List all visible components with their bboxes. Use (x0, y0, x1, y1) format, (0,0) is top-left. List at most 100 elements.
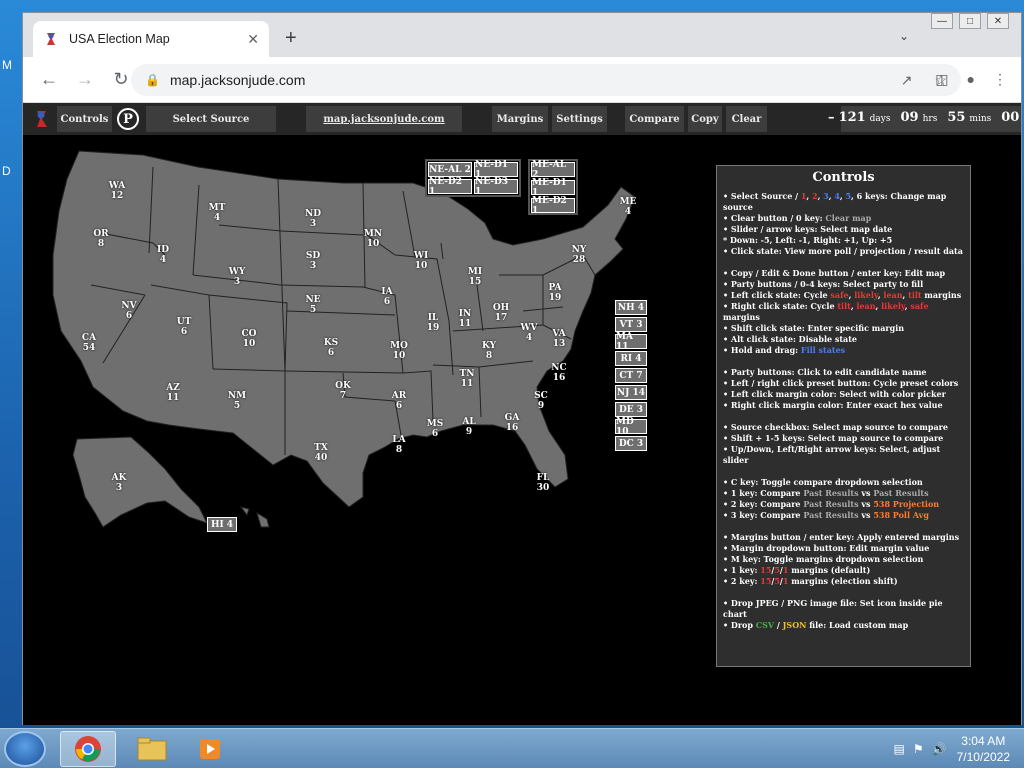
state-label-fl[interactable]: FL 30 (537, 473, 550, 493)
state-label-la[interactable]: LA 8 (392, 435, 405, 455)
me-d1-box[interactable]: ME-D1 1 (531, 178, 575, 198)
state-label-ms[interactable]: MS 6 (427, 419, 443, 439)
margins-button[interactable]: Margins (492, 106, 548, 132)
state-label-wv[interactable]: WV 4 (520, 323, 537, 343)
state-box-de[interactable]: DE 3 (615, 402, 647, 417)
tab-active[interactable]: USA Election Map ✕ (33, 21, 269, 57)
sidebar-icon[interactable]: ◫ (935, 71, 948, 88)
controls-line: • Shift + 1-5 keys: Select map source to… (723, 433, 944, 443)
state-label-ut[interactable]: UT 6 (177, 317, 192, 337)
state-label-id[interactable]: ID 4 (157, 245, 169, 265)
state-label-ne[interactable]: NE 5 (305, 295, 320, 315)
menu-kebab-icon[interactable]: ⋮ (993, 71, 1007, 88)
tab-search-chevron-icon[interactable]: ⌄ (899, 29, 909, 43)
state-label-me[interactable]: ME 4 (620, 197, 637, 217)
us-map-hawaii[interactable] (239, 506, 270, 528)
state-box-nh[interactable]: NH 4 (615, 300, 647, 315)
state-box-nj[interactable]: NJ 14 (615, 385, 647, 400)
us-map-alaska[interactable] (72, 436, 208, 528)
volume-icon[interactable]: 🔊 (932, 742, 947, 756)
state-box-hi[interactable]: HI 4 (207, 517, 237, 532)
state-box-ri[interactable]: RI 4 (615, 351, 647, 366)
desktop-icon-label[interactable]: D (2, 164, 11, 178)
maximize-icon[interactable]: □ (959, 13, 981, 29)
state-box-ct[interactable]: CT 7 (615, 368, 647, 383)
state-label-az[interactable]: AZ 11 (166, 383, 180, 403)
desktop-icon-label[interactable]: M (2, 58, 12, 72)
ne-d3-box[interactable]: NE-D3 1 (474, 177, 518, 197)
settings-button[interactable]: Settings (552, 106, 607, 132)
state-box-md[interactable]: MD 10 (615, 417, 647, 437)
forward-icon[interactable]: → (69, 69, 101, 90)
minimize-icon[interactable]: — (931, 13, 953, 29)
network-icon[interactable]: ▤ (894, 742, 905, 756)
controls-button[interactable]: Controls (57, 106, 112, 132)
copy-button[interactable]: Copy (688, 106, 722, 132)
state-label-wa[interactable]: WA 12 (109, 181, 126, 201)
profile-icon[interactable]: ● (967, 71, 975, 88)
state-label-nd[interactable]: ND 3 (305, 209, 321, 229)
state-label-tn[interactable]: TN 11 (460, 369, 475, 389)
state-label-or[interactable]: OR 8 (93, 229, 108, 249)
state-label-ak[interactable]: AK 3 (112, 473, 127, 493)
state-label-mn[interactable]: MN 10 (364, 229, 382, 249)
media-player-taskbar-button[interactable] (182, 731, 238, 767)
controls-line: • Party buttons / 0-4 keys: Select party… (723, 279, 924, 289)
state-label-co[interactable]: CO 10 (241, 329, 256, 349)
state-label-ny[interactable]: NY 28 (572, 245, 587, 265)
me-d2-box[interactable]: ME-D2 1 (531, 196, 575, 216)
state-label-tx[interactable]: TX 40 (314, 443, 328, 463)
tab-title: USA Election Map (69, 32, 170, 46)
state-box-dc[interactable]: DC 3 (615, 436, 647, 451)
state-label-sc[interactable]: SC 9 (534, 391, 548, 411)
state-label-wy[interactable]: WY 3 (229, 267, 246, 287)
ne-d1-box[interactable]: NE-D1 1 (474, 160, 518, 180)
site-link[interactable]: map.jacksonjude.com (306, 106, 462, 132)
me-al-box[interactable]: ME-AL 2 (531, 160, 575, 180)
tab-close-icon[interactable]: ✕ (247, 31, 259, 48)
back-icon[interactable]: ← (33, 69, 65, 90)
state-label-mo[interactable]: MO 10 (390, 341, 408, 361)
new-tab-icon[interactable]: + (285, 27, 297, 50)
chrome-taskbar-button[interactable] (60, 731, 116, 767)
state-label-ar[interactable]: AR 6 (392, 391, 406, 411)
state-label-nm[interactable]: NM 5 (228, 391, 246, 411)
select-source-button[interactable]: Select Source (146, 106, 276, 132)
state-label-nc[interactable]: NC 16 (551, 363, 566, 383)
state-label-ok[interactable]: OK 7 (335, 381, 351, 401)
app-logo-icon[interactable] (31, 108, 53, 130)
share-icon[interactable]: ↗ (901, 72, 913, 89)
address-bar[interactable]: 🔒 map.jacksonjude.com ↗ ☆ (131, 64, 961, 96)
ne-al-box[interactable]: NE-AL 2 (428, 162, 472, 177)
state-label-il[interactable]: IL 19 (427, 313, 440, 333)
state-label-ky[interactable]: KY 8 (482, 341, 496, 361)
state-label-ga[interactable]: GA 16 (505, 413, 520, 433)
ne-d2-box[interactable]: NE-D2 1 (428, 177, 472, 197)
lock-icon[interactable]: 🔒 (145, 73, 160, 87)
clock[interactable]: 3:04 AM 7/10/2022 (957, 733, 1010, 765)
state-label-ia[interactable]: IA 6 (381, 287, 392, 307)
state-label-mt[interactable]: MT 4 (209, 203, 226, 223)
state-label-in[interactable]: IN 11 (459, 309, 472, 329)
compare-button[interactable]: Compare (625, 106, 684, 132)
state-label-ca[interactable]: CA 54 (82, 333, 96, 353)
clear-button[interactable]: Clear (726, 106, 767, 132)
explorer-taskbar-button[interactable] (124, 731, 180, 767)
state-label-oh[interactable]: OH 17 (493, 303, 509, 323)
state-label-nv[interactable]: NV 6 (121, 301, 136, 321)
state-box-ma[interactable]: MA 11 (615, 332, 647, 352)
close-icon[interactable]: ✕ (987, 13, 1009, 29)
flag-icon[interactable]: ⚑ (913, 742, 924, 756)
state-label-al[interactable]: AL 9 (462, 417, 475, 437)
state-label-pa[interactable]: PA 19 (548, 283, 561, 303)
state-label-ks[interactable]: KS 6 (324, 338, 338, 358)
countdown-hrs-unit: hrs (922, 114, 938, 124)
state-label-mi[interactable]: MI 15 (468, 267, 482, 287)
state-label-wi[interactable]: WI 10 (414, 251, 428, 271)
url-text[interactable]: map.jacksonjude.com (170, 72, 901, 88)
state-box-vt[interactable]: VT 3 (615, 317, 647, 332)
start-button[interactable] (4, 731, 46, 767)
state-label-va[interactable]: VA 13 (552, 329, 565, 349)
state-label-sd[interactable]: SD 3 (306, 251, 320, 271)
party-p-button[interactable]: P (117, 108, 139, 130)
